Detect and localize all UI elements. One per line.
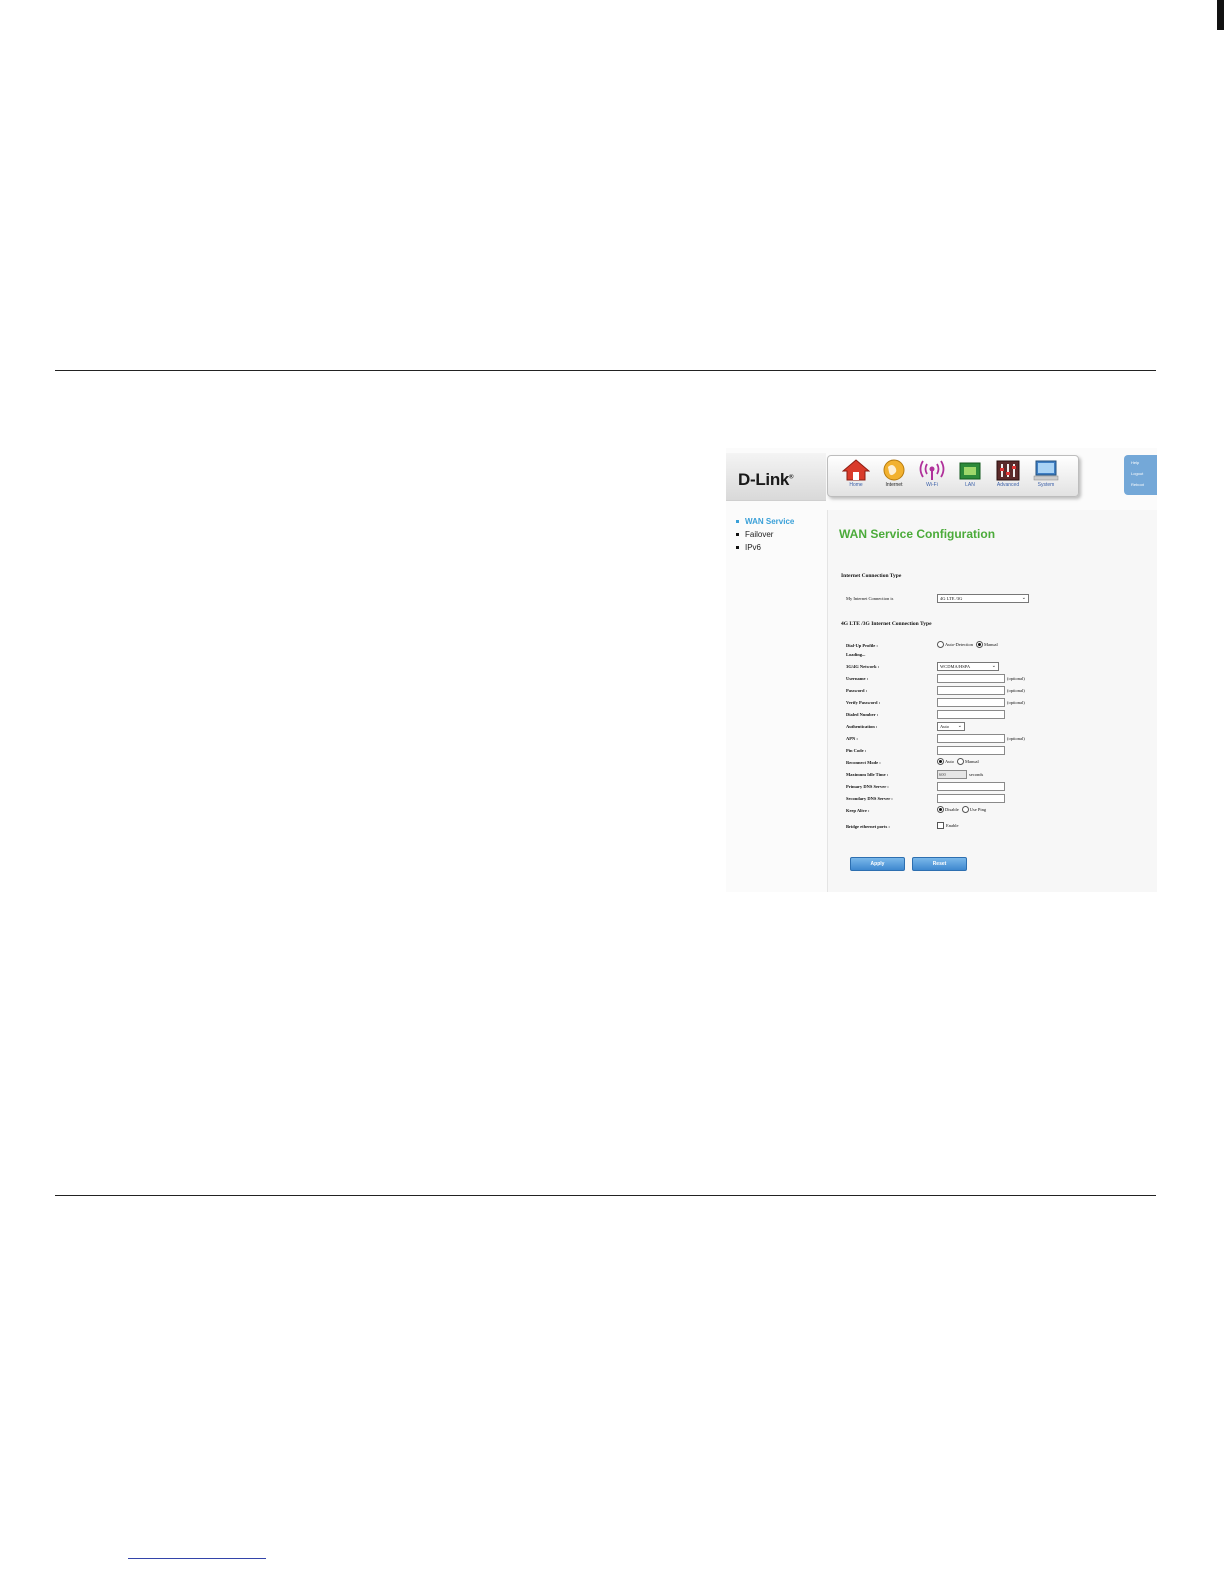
apn-input[interactable] [937, 734, 1005, 743]
username-input[interactable] [937, 674, 1005, 683]
connection-type-select[interactable]: 4G LTE /3G ⌄ [937, 594, 1029, 603]
top-nav: Home Internet Wi-Fi LAN Advanced System [827, 455, 1079, 497]
help-link[interactable]: Help [1131, 459, 1157, 466]
page-title: WAN Service Configuration [839, 527, 996, 541]
network-select[interactable]: WCDMA/HSPA ⌄ [937, 662, 999, 671]
chevron-down-icon: ⌄ [957, 724, 962, 729]
logout-link[interactable]: Logout [1131, 470, 1157, 477]
section-heading-connection-type: Internet Connection Type [841, 573, 902, 579]
nav-wifi[interactable]: Wi-Fi [914, 459, 950, 495]
loading-row: Loading... [846, 652, 866, 657]
idle-time-row: Maximum Idle Time : 600 seconds [846, 770, 984, 779]
bullet-icon [736, 533, 739, 536]
router-ui-screenshot: D-Link® Home Internet Wi-Fi LAN Advanced… [726, 448, 1157, 892]
nav-advanced[interactable]: Advanced [990, 459, 1026, 495]
dlink-logo: D-Link® [738, 470, 794, 489]
authentication-select[interactable]: Auto ⌄ [937, 722, 965, 731]
bullet-icon [736, 520, 739, 523]
sidebar-item-failover[interactable]: Failover [736, 528, 794, 541]
nav-system[interactable]: System [1028, 459, 1064, 495]
utility-links: Help Logout Reboot [1124, 455, 1157, 495]
idle-time-input[interactable]: 600 [937, 770, 967, 779]
globe-icon [883, 459, 905, 481]
pin-code-input[interactable] [937, 746, 1005, 755]
chevron-down-icon: ⌄ [991, 664, 996, 669]
bottom-divider [55, 1195, 1156, 1196]
bullet-icon [736, 546, 739, 549]
keepalive-disable-radio[interactable] [937, 806, 944, 813]
wifi-icon [919, 460, 945, 480]
nav-home[interactable]: Home [838, 459, 874, 495]
page-edge-mark [1217, 0, 1224, 30]
reconnect-auto-radio[interactable] [937, 758, 944, 765]
lan-icon [959, 462, 981, 480]
advanced-icon [996, 460, 1020, 481]
reset-button[interactable]: Reset [912, 857, 967, 871]
dialed-number-row: Dialed Number : [846, 710, 1146, 721]
reboot-link[interactable]: Reboot [1131, 481, 1157, 488]
username-row: Username : (optional) [846, 674, 1025, 683]
chevron-down-icon: ⌄ [1021, 596, 1026, 601]
bridge-enable-checkbox[interactable] [937, 822, 944, 829]
reconnect-manual-radio[interactable] [957, 758, 964, 765]
home-icon [842, 459, 870, 481]
footer-link-underline[interactable] [128, 1558, 266, 1559]
keepalive-ping-radio[interactable] [961, 806, 969, 813]
reconnect-mode-row: Reconnect Mode : Auto Manual [846, 758, 979, 765]
secondary-dns-input[interactable] [937, 794, 1005, 803]
top-divider [55, 370, 1156, 371]
nav-lan[interactable]: LAN [952, 459, 988, 495]
logo-bar: D-Link® [726, 453, 826, 501]
dialup-manual-radio[interactable] [976, 641, 983, 648]
network-row: 3G/4G Network : WCDMA/HSPA ⌄ [846, 662, 1146, 673]
section-heading-lte: 4G LTE /3G Internet Connection Type [841, 621, 932, 627]
primary-dns-row: Primary DNS Server : [846, 782, 1146, 793]
sidebar: WAN Service Failover IPv6 [736, 515, 794, 554]
password-input[interactable] [937, 686, 1005, 695]
password-row: Password : (optional) [846, 686, 1025, 695]
verify-password-input[interactable] [937, 698, 1005, 707]
bridge-row: Bridge ethernet ports : Enable [846, 822, 959, 829]
secondary-dns-row: Secondary DNS Server : [846, 794, 1146, 805]
dialup-auto-radio[interactable] [937, 641, 944, 648]
keep-alive-row: Keep Alive : Disable Use Ping [846, 806, 987, 813]
apn-row: APN : (optional) [846, 734, 1025, 743]
dialed-number-input[interactable] [937, 710, 1005, 719]
connection-row: My Internet Connection is 4G LTE /3G ⌄ [846, 594, 1146, 605]
sidebar-item-ipv6[interactable]: IPv6 [736, 541, 794, 554]
pin-code-row: Pin Code : [846, 746, 1146, 757]
authentication-row: Authentication : Auto ⌄ [846, 722, 1146, 733]
nav-internet[interactable]: Internet [876, 459, 912, 495]
main-panel: WAN Service Configuration Internet Conne… [827, 510, 1157, 892]
verify-password-row: Verify Password : (optional) [846, 698, 1025, 707]
primary-dns-input[interactable] [937, 782, 1005, 791]
sidebar-item-wan-service[interactable]: WAN Service [736, 515, 794, 528]
apply-button[interactable]: Apply [850, 857, 905, 871]
monitor-icon [1033, 460, 1059, 481]
